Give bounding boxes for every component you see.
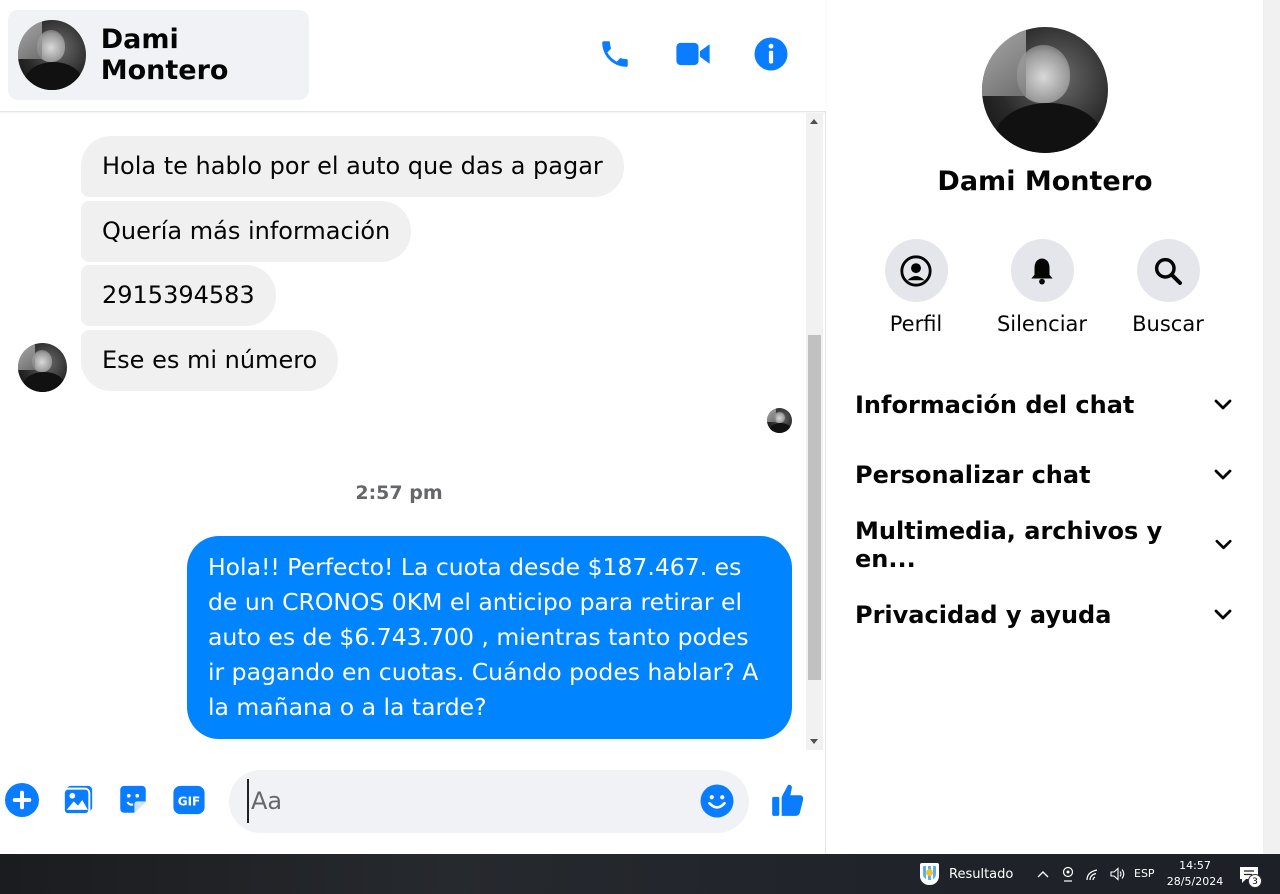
- header-contact-button[interactable]: Dami Montero: [8, 10, 309, 100]
- section-title: Multimedia, archivos y en...: [855, 517, 1163, 573]
- chevron-up-icon[interactable]: [1035, 865, 1051, 883]
- section-chat-info[interactable]: Información del chat: [827, 370, 1263, 440]
- notification-count-badge: 3: [1248, 874, 1262, 888]
- mute-button-label: Silenciar: [996, 312, 1088, 336]
- search-button[interactable]: Buscar: [1113, 239, 1223, 336]
- conversation-info-panel: Dami Montero Perfil Silenciar Buscar Inf…: [827, 0, 1263, 854]
- chat-pane: Dami Montero Hola te hablo por el auto q…: [0, 0, 826, 854]
- like-icon[interactable]: [768, 782, 808, 818]
- section-media-files[interactable]: Multimedia, archivos y en...: [827, 510, 1263, 580]
- clock-time: 14:57: [1179, 859, 1211, 872]
- wifi-icon[interactable]: [1085, 865, 1101, 883]
- profile-button[interactable]: Perfil: [861, 239, 971, 336]
- sticker-icon[interactable]: [115, 782, 151, 818]
- message-scrollbar[interactable]: [806, 113, 823, 750]
- section-customize-chat[interactable]: Personalizar chat: [827, 440, 1263, 510]
- chat-header: Dami Montero: [0, 0, 826, 112]
- emoji-icon[interactable]: [699, 783, 737, 821]
- mute-button[interactable]: Silenciar: [987, 239, 1097, 336]
- profile-button-label: Perfil: [889, 312, 943, 336]
- header-contact-name: Dami Montero: [100, 24, 229, 86]
- scroll-thumb[interactable]: [808, 335, 821, 680]
- profile-avatar[interactable]: [982, 27, 1108, 153]
- section-privacy-help[interactable]: Privacidad y ayuda: [827, 580, 1263, 650]
- chevron-down-icon: [1215, 539, 1232, 550]
- scroll-up-arrow-icon[interactable]: [810, 119, 818, 124]
- webcam-icon[interactable]: [1060, 865, 1076, 883]
- message-list[interactable]: Hola te hablo por el auto que das a paga…: [0, 113, 806, 750]
- video-camera-icon[interactable]: [674, 35, 712, 73]
- volume-icon[interactable]: [1110, 865, 1126, 883]
- chevron-down-icon: [1214, 469, 1232, 480]
- chevron-down-icon: [1214, 609, 1232, 620]
- info-icon[interactable]: [752, 35, 790, 73]
- gif-icon[interactable]: GIF: [171, 782, 207, 818]
- scroll-down-arrow-icon[interactable]: [810, 739, 818, 744]
- clock-date: 28/5/2024: [1166, 875, 1224, 888]
- info-sections: Información del chat Personalizar chat M…: [827, 370, 1263, 650]
- message-timestamp: 2:57 pm: [355, 482, 443, 504]
- incoming-message[interactable]: 2915394583: [81, 265, 276, 326]
- contact-avatar: [18, 20, 86, 90]
- plus-icon[interactable]: [4, 782, 40, 818]
- windows-taskbar: Resultado ESP 14:57 28/5/2024 3: [0, 854, 1280, 894]
- input-language[interactable]: ESP: [1134, 867, 1155, 880]
- svg-text:GIF: GIF: [178, 795, 201, 809]
- sender-avatar: [18, 343, 67, 392]
- header-actions: [596, 35, 790, 73]
- message-input[interactable]: [247, 779, 687, 823]
- profile-icon: [884, 239, 948, 302]
- window-scrollbar[interactable]: [1263, 0, 1280, 854]
- message-input-container[interactable]: [229, 770, 749, 833]
- section-title: Información del chat: [855, 391, 1135, 419]
- profile-name: Dami Montero: [937, 166, 1153, 197]
- incoming-message[interactable]: Hola te hablo por el auto que das a paga…: [81, 136, 624, 197]
- search-icon: [1136, 239, 1200, 302]
- system-tray: [1035, 865, 1126, 883]
- bell-icon: [1010, 239, 1074, 302]
- phone-icon[interactable]: [596, 35, 634, 73]
- section-title: Privacidad y ayuda: [855, 601, 1112, 629]
- taskbar-clock[interactable]: 14:57 28/5/2024: [1162, 858, 1228, 890]
- seen-indicator-avatar: [767, 408, 792, 433]
- club-shield-icon: [920, 863, 939, 885]
- image-icon[interactable]: [60, 782, 96, 818]
- section-title: Personalizar chat: [855, 461, 1091, 489]
- outgoing-message[interactable]: Hola!! Perfecto! La cuota desde $187.467…: [187, 536, 792, 739]
- taskbar-widget-label: Resultado: [949, 866, 1014, 882]
- message-composer: GIF: [0, 765, 826, 840]
- incoming-message[interactable]: Ese es mi número: [81, 330, 339, 391]
- search-button-label: Buscar: [1132, 312, 1204, 336]
- chevron-down-icon: [1214, 399, 1232, 410]
- incoming-message[interactable]: Quería más información: [81, 201, 412, 262]
- taskbar-widget[interactable]: Resultado: [920, 863, 1013, 885]
